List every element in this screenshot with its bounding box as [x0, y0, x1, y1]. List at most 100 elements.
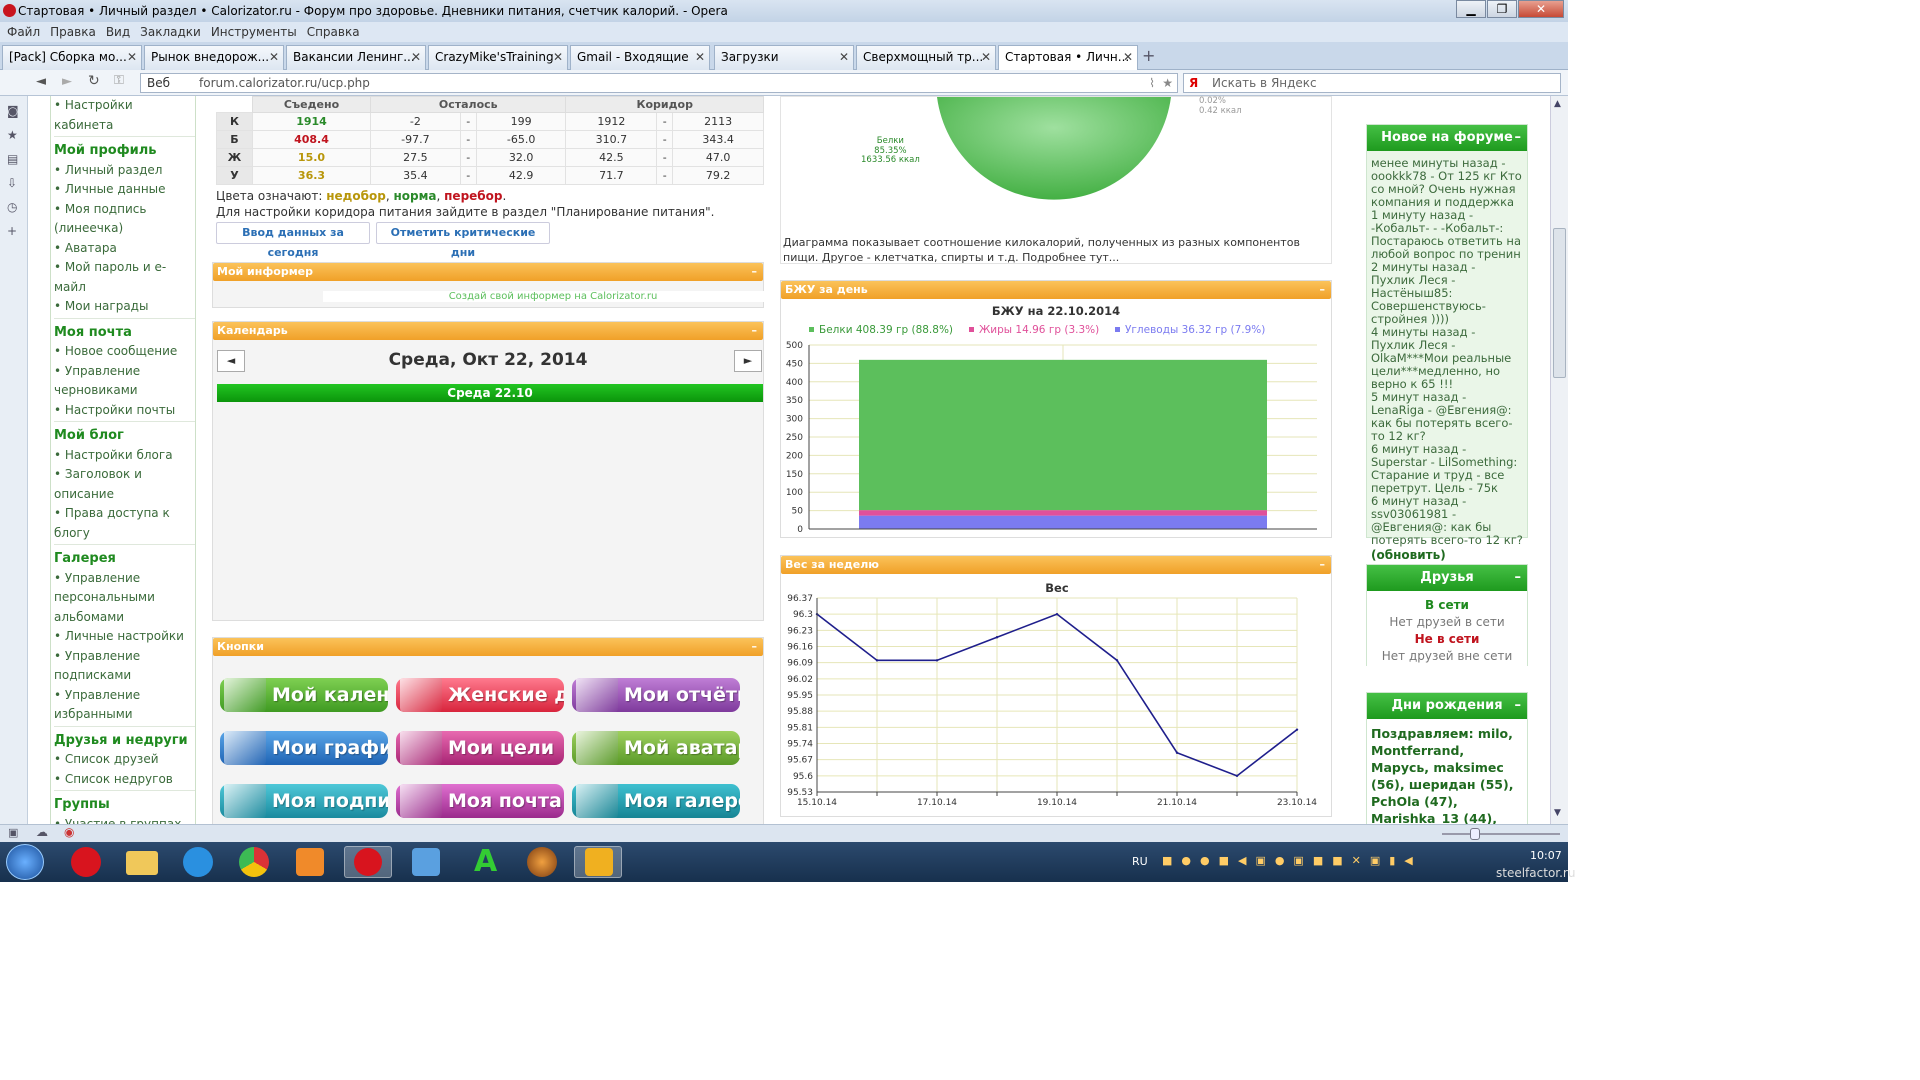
forum-entry[interactable]: 2 минуты назад - Пухлик Леся - Настёныш8… — [1371, 261, 1523, 326]
forum-entry[interactable]: 6 минут назад - Superstar - LilSomething… — [1371, 443, 1523, 495]
notes-icon[interactable]: ▤ — [7, 152, 21, 166]
nav-item[interactable]: персональными — [54, 588, 195, 608]
nav-item[interactable]: блогу — [54, 524, 195, 544]
panel-icon[interactable]: ◙ — [7, 104, 21, 118]
quick-button[interactable]: Мои графики — [220, 731, 388, 765]
language-indicator[interactable]: RU — [1132, 855, 1148, 868]
nav-item[interactable]: • Мои награды — [54, 297, 195, 317]
quick-button[interactable]: Мои отчёты — [572, 678, 740, 712]
browser-tab[interactable]: Стартовая • Личн... ✕ — [998, 45, 1138, 70]
browser-tab[interactable]: Сверхмощный тр... ✕ — [856, 45, 996, 70]
browser-tab[interactable]: Gmail - Входящие ✕ — [570, 45, 710, 70]
start-button[interactable] — [6, 844, 44, 880]
game-app-icon[interactable] — [518, 846, 566, 878]
menu-4[interactable]: Инструменты — [211, 25, 297, 39]
downloads-icon[interactable]: ⇩ — [7, 176, 21, 190]
yandex-browser-icon[interactable] — [62, 846, 110, 878]
menu-0[interactable]: Файл — [7, 25, 40, 39]
panel-toggle-icon[interactable]: ▣ — [8, 826, 18, 839]
zoom-slider[interactable] — [1442, 833, 1560, 835]
history-icon[interactable]: ◷ — [7, 200, 21, 214]
minimize-button[interactable]: ▁ — [1456, 0, 1486, 18]
collapse-icon[interactable]: – — [752, 322, 758, 340]
enter-today-button[interactable]: Ввод данных за сегодня — [216, 222, 370, 259]
tab-close-icon[interactable]: ✕ — [839, 46, 849, 69]
nav-item[interactable]: черновиками — [54, 381, 195, 401]
menu-5[interactable]: Справка — [307, 25, 360, 39]
nav-item[interactable]: описание — [54, 485, 195, 505]
forum-entry[interactable]: 1 минуту назад - -Кобальт- - -Кобальт-: … — [1371, 209, 1523, 261]
quick-button[interactable]: Мой аватар — [572, 731, 740, 765]
browser-tab[interactable]: Загрузки ✕ — [714, 45, 854, 70]
quick-button[interactable]: Мои цели — [396, 731, 564, 765]
nav-item[interactable]: • Заголовок и — [54, 465, 195, 485]
collapse-icon[interactable]: – — [1515, 693, 1522, 719]
close-button[interactable]: ✕ — [1518, 0, 1564, 18]
nav-item[interactable]: • Управление — [54, 362, 195, 382]
menu-1[interactable]: Правка — [50, 25, 96, 39]
forum-entry[interactable]: менее минуты назад - oookkk78 - От 125 к… — [1371, 157, 1523, 209]
nav-item[interactable]: • Личный раздел — [54, 161, 195, 181]
browser-tab[interactable]: [Pack] Сборка мо... ✕ — [2, 45, 142, 70]
explorer-folder-icon[interactable] — [118, 846, 166, 878]
url-input[interactable]: Веб forum.calorizator.ru/ucp.php ⌇ ★ — [140, 73, 1178, 93]
collapse-icon[interactable]: – — [1320, 281, 1326, 299]
nav-item[interactable]: • Аватара — [54, 239, 195, 259]
calendar-day-bar[interactable]: Среда 22.10 — [217, 384, 763, 402]
browser-tab[interactable]: Вакансии Ленинг... ✕ — [286, 45, 426, 70]
forum-entry[interactable]: 5 минут назад - LenaRiga - @Евгения@: ка… — [1371, 391, 1523, 443]
maximize-button[interactable]: ❐ — [1487, 0, 1517, 18]
reload-icon[interactable]: ↻ — [88, 73, 100, 89]
nav-item[interactable]: • Личные настройки — [54, 627, 195, 647]
collapse-icon[interactable]: – — [1515, 125, 1522, 151]
chrome-icon[interactable] — [230, 846, 278, 878]
nav-item[interactable]: избранными — [54, 705, 195, 725]
nav-item[interactable]: • Новое сообщение — [54, 342, 195, 362]
informer-link[interactable]: Создай свой информер на Calorizator.ru — [323, 291, 783, 302]
turbo-icon[interactable]: ◉ — [64, 825, 74, 839]
nav-item[interactable]: • Список друзей — [54, 750, 195, 770]
nav-item[interactable]: • Личные данные — [54, 180, 195, 200]
nav-item[interactable]: • Участие в группах — [54, 815, 195, 825]
rss-icon[interactable]: ⌇ — [1149, 74, 1155, 92]
collapse-icon[interactable]: – — [752, 638, 758, 656]
forum-refresh-link[interactable]: (обновить) — [1371, 549, 1523, 562]
quick-button[interactable]: Женские дни — [396, 678, 564, 712]
forward-icon[interactable]: ► — [62, 74, 72, 89]
zoom-knob[interactable] — [1470, 828, 1480, 840]
nav-item[interactable]: подписками — [54, 666, 195, 686]
clock[interactable]: 10:07 — [1530, 849, 1562, 862]
scroll-down-icon[interactable]: ▼ — [1554, 808, 1561, 818]
next-month-button[interactable]: ► — [734, 350, 762, 372]
menu-2[interactable]: Вид — [106, 25, 130, 39]
menu-3[interactable]: Закладки — [140, 25, 201, 39]
nav-item[interactable]: • Список недругов — [54, 770, 195, 790]
forum-entry[interactable]: 6 минут назад - ssv03061981 - @Евгения@:… — [1371, 495, 1523, 547]
tab-close-icon[interactable]: ✕ — [981, 46, 991, 69]
nav-item[interactable]: • Права доступа к — [54, 504, 195, 524]
nav-item[interactable]: • Настройки блога — [54, 446, 195, 466]
quick-button[interactable]: Моя подпись — [220, 784, 388, 818]
quick-button[interactable]: Моя галерея — [572, 784, 740, 818]
nav-item[interactable]: альбомами — [54, 608, 195, 628]
outlook-icon[interactable] — [574, 846, 622, 878]
yandex-search-input[interactable]: Я Искать в Яндекс — [1183, 73, 1561, 93]
bookmark-star-icon[interactable]: ★ — [1162, 74, 1173, 92]
media-player-icon[interactable] — [286, 846, 334, 878]
collapse-icon[interactable]: – — [1320, 556, 1326, 574]
internet-explorer-icon[interactable] — [174, 846, 222, 878]
cloud-icon[interactable]: ☁ — [36, 825, 48, 839]
tab-close-icon[interactable]: ✕ — [695, 46, 705, 69]
forum-entry[interactable]: 4 минуты назад - Пухлик Леся - OlkaM***М… — [1371, 326, 1523, 391]
bookmarks-icon[interactable]: ★ — [7, 128, 21, 142]
tab-close-icon[interactable]: ✕ — [411, 46, 421, 69]
scroll-thumb[interactable] — [1553, 228, 1566, 378]
collapse-icon[interactable]: – — [752, 263, 758, 281]
tab-close-icon[interactable]: ✕ — [127, 46, 137, 69]
nav-item[interactable]: • Управление — [54, 686, 195, 706]
quick-button[interactable]: Мой календарь — [220, 678, 388, 712]
volume-app-icon[interactable] — [402, 846, 450, 878]
browser-tab[interactable]: CrazyMike'sTraining ✕ — [428, 45, 568, 70]
nav-item[interactable]: • Настройки кабинета — [54, 96, 195, 135]
nav-item[interactable]: • Мой пароль и е-майл — [54, 258, 195, 297]
